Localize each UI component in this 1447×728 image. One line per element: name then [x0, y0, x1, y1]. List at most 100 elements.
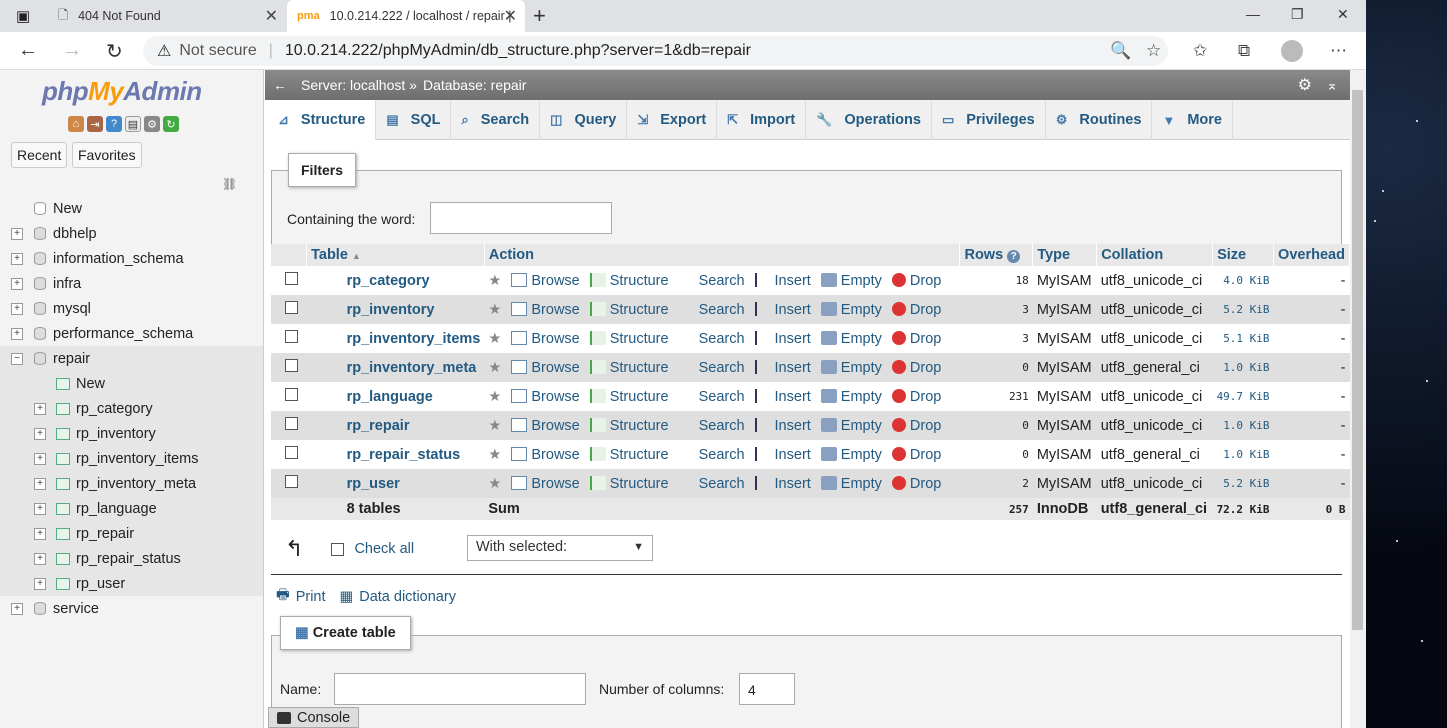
drop-action[interactable]: Drop — [891, 417, 941, 434]
row-checkbox[interactable] — [285, 388, 298, 401]
collapse-icon[interactable]: ⌅ — [1326, 77, 1338, 94]
drop-action[interactable]: Drop — [891, 272, 941, 289]
close-window-icon[interactable]: ✕ — [1337, 6, 1349, 23]
browse-action[interactable]: Browse — [511, 475, 580, 492]
collapse-icon[interactable]: − — [11, 352, 23, 365]
browse-action[interactable]: Browse — [511, 301, 580, 318]
col-overhead[interactable]: Overhead — [1273, 244, 1350, 266]
col-table[interactable]: Table ▲ — [306, 244, 485, 266]
breadcrumb-database[interactable]: Database: repair — [423, 77, 527, 93]
gear-icon[interactable]: ⚙ — [1298, 75, 1312, 95]
scrollbar[interactable] — [1350, 70, 1366, 728]
star-icon[interactable]: ★ — [488, 389, 501, 405]
favorites-button[interactable]: Favorites — [72, 142, 142, 168]
star-icon[interactable]: ★ — [488, 273, 501, 289]
browse-action[interactable]: Browse — [511, 446, 580, 463]
drop-action[interactable]: Drop — [891, 359, 941, 376]
structure-action[interactable]: Structure — [589, 301, 669, 318]
insert-action[interactable]: Insert — [754, 475, 811, 492]
url-field[interactable]: ⚠ Not secure | 10.0.214.222/phpMyAdmin/d… — [143, 36, 1168, 66]
tree-new-table[interactable]: New — [0, 371, 263, 396]
row-checkbox[interactable] — [285, 330, 298, 343]
col-collation[interactable]: Collation — [1096, 244, 1214, 266]
insert-action[interactable]: Insert — [754, 417, 811, 434]
search-action[interactable]: Search — [679, 389, 745, 405]
expand-icon[interactable]: + — [11, 602, 23, 615]
favorite-add-icon[interactable]: ☆ — [1146, 41, 1161, 61]
table-name-link[interactable]: rp_inventory_items — [306, 324, 485, 353]
insert-action[interactable]: Insert — [754, 446, 811, 463]
phpmyadmin-logo[interactable]: phpMyAdmin — [42, 76, 202, 107]
structure-action[interactable]: Structure — [589, 417, 669, 434]
row-checkbox[interactable] — [285, 446, 298, 459]
tab-routines[interactable]: ⚙ Routines — [1046, 100, 1153, 140]
tree-db-information-schema[interactable]: + information_schema — [0, 246, 263, 271]
tree-table-item[interactable]: + rp_repair_status — [0, 546, 263, 571]
row-size[interactable]: 1.0 KiB — [1212, 440, 1274, 469]
structure-action[interactable]: Structure — [589, 388, 669, 405]
table-name-link[interactable]: rp_user — [306, 469, 485, 498]
empty-action[interactable]: Empty — [820, 301, 882, 318]
table-name-input[interactable] — [334, 673, 586, 705]
tab-404[interactable]: 🗋 404 Not Found ✕ — [48, 0, 286, 32]
expand-icon[interactable]: + — [11, 302, 23, 315]
tree-db-service[interactable]: + service — [0, 596, 263, 621]
col-size[interactable]: Size — [1212, 244, 1275, 266]
row-size[interactable]: 4.0 KiB — [1212, 266, 1274, 295]
tree-table-item[interactable]: + rp_language — [0, 496, 263, 521]
window-menu-icon[interactable]: ▣ — [16, 7, 30, 25]
tree-table-item[interactable]: + rp_repair — [0, 521, 263, 546]
back-icon[interactable]: ← — [18, 39, 38, 62]
table-name-link[interactable]: rp_language — [306, 382, 485, 411]
minimize-icon[interactable]: — — [1246, 6, 1260, 22]
row-size[interactable]: 5.2 KiB — [1212, 295, 1274, 324]
tab-import[interactable]: ⇱ Import — [717, 100, 807, 140]
filter-input[interactable] — [430, 202, 612, 234]
tree-table-item[interactable]: + rp_inventory_meta — [0, 471, 263, 496]
row-checkbox[interactable] — [285, 359, 298, 372]
star-icon[interactable]: ★ — [488, 418, 501, 434]
empty-action[interactable]: Empty — [820, 388, 882, 405]
expand-icon[interactable]: + — [34, 452, 46, 465]
tab-operations[interactable]: 🔧 Operations — [806, 100, 932, 140]
table-name-link[interactable]: rp_repair — [306, 411, 485, 440]
empty-action[interactable]: Empty — [820, 446, 882, 463]
forward-icon[interactable]: → — [62, 39, 82, 62]
col-type[interactable]: Type — [1032, 244, 1098, 266]
browse-action[interactable]: Browse — [511, 388, 580, 405]
tree-db-performance-schema[interactable]: + performance_schema — [0, 321, 263, 346]
tree-db-mysql[interactable]: + mysql — [0, 296, 263, 321]
structure-action[interactable]: Structure — [589, 330, 669, 347]
empty-action[interactable]: Empty — [820, 475, 882, 492]
tree-db-infra[interactable]: + infra — [0, 271, 263, 296]
collections-icon[interactable]: ⧉ — [1238, 41, 1250, 61]
expand-icon[interactable]: + — [11, 327, 23, 340]
data-dictionary-link[interactable]: Data dictionary — [359, 589, 456, 605]
tree-db-repair[interactable]: − repair — [0, 346, 263, 371]
print-link[interactable]: Print — [296, 589, 326, 605]
search-action[interactable]: Search — [679, 331, 745, 347]
tab-structure[interactable]: ⊿ Structure — [268, 100, 377, 140]
docs-icon[interactable]: ▤ — [125, 116, 141, 132]
drop-action[interactable]: Drop — [891, 301, 941, 318]
help-icon[interactable]: ? — [1007, 250, 1021, 263]
expand-icon[interactable]: + — [34, 477, 46, 490]
zoom-icon[interactable]: 🔍 — [1110, 41, 1131, 61]
tab-sql[interactable]: ▤ SQL — [376, 100, 452, 140]
structure-action[interactable]: Structure — [589, 475, 669, 492]
expand-icon[interactable]: + — [34, 402, 46, 415]
search-action[interactable]: Search — [679, 447, 745, 463]
table-name-link[interactable]: rp_repair_status — [306, 440, 485, 469]
row-size[interactable]: 5.2 KiB — [1212, 469, 1274, 498]
row-checkbox[interactable] — [285, 475, 298, 488]
tab-more[interactable]: ▼ More — [1152, 100, 1233, 140]
expand-icon[interactable]: + — [34, 502, 46, 515]
more-icon[interactable]: ⋯ — [1330, 41, 1347, 61]
tab-export[interactable]: ⇲ Export — [627, 100, 718, 140]
empty-action[interactable]: Empty — [820, 417, 882, 434]
tree-table-item[interactable]: + rp_inventory — [0, 421, 263, 446]
expand-icon[interactable]: + — [11, 277, 23, 290]
expand-icon[interactable]: + — [34, 527, 46, 540]
star-icon[interactable]: ★ — [488, 476, 501, 492]
console-toggle[interactable]: Console — [268, 707, 360, 728]
